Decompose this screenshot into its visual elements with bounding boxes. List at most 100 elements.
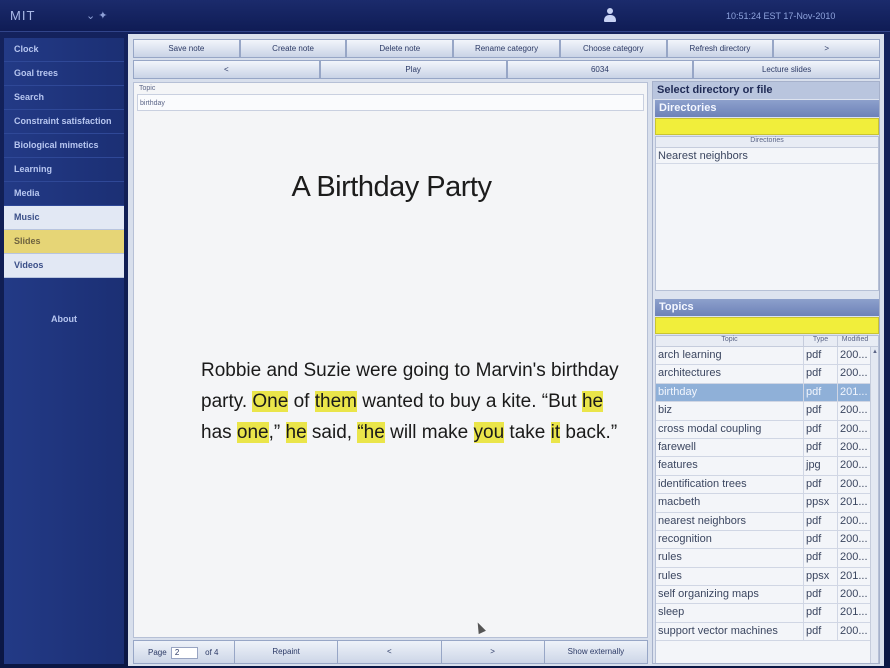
sidebar-item-music[interactable]: Music [4, 206, 124, 230]
topic-modified: 201... [840, 569, 868, 582]
user-icon[interactable] [603, 8, 617, 24]
repaint-button[interactable]: Repaint [235, 641, 339, 663]
topic-type: pdf [804, 604, 838, 622]
topic-row[interactable]: arch learning pdf 200... [656, 347, 878, 366]
refresh-directory-button[interactable]: Refresh directory [666, 39, 774, 58]
topic-row[interactable]: recognition pdf 200... [656, 530, 878, 550]
topic-row[interactable]: rules pdf 200... [656, 549, 878, 568]
topic-name: sleep [656, 604, 804, 622]
sidebar-item-search[interactable]: Search [4, 86, 124, 110]
topic-modified: 200... [840, 588, 868, 601]
topic-row[interactable]: birthday pdf 201... [656, 383, 878, 403]
directories-list: Directories Nearest neighbors [655, 136, 879, 291]
topic-name: architectures [656, 365, 804, 383]
sidebar-item-slides[interactable]: Slides [4, 230, 124, 254]
topic-type: pdf [804, 586, 838, 604]
create-note-button[interactable]: Create note [239, 39, 347, 58]
previous-page-button[interactable]: < [338, 641, 442, 663]
course-button[interactable]: 6034 [506, 60, 694, 79]
topic-column-header[interactable]: Topic [656, 336, 804, 346]
topics-table: Topic Type Modified arch learning pdf 200.… [655, 335, 879, 663]
topic-row[interactable]: biz pdf 200... [656, 402, 878, 421]
topic-type: pdf [804, 622, 838, 641]
directory-row[interactable]: Nearest neighbors [656, 148, 878, 164]
topic-modified: 200... [840, 532, 868, 545]
highlighted-word: he [285, 422, 307, 443]
topic-row[interactable]: nearest neighbors pdf 200... [656, 512, 878, 531]
window-menu[interactable]: ⌄ ✦ [86, 9, 108, 22]
rename-category-button[interactable]: Rename category [453, 39, 560, 58]
topic-row[interactable]: support vector machines pdf 200... [656, 622, 878, 642]
topic-row[interactable]: farewell pdf 200... [656, 438, 878, 458]
topic-type: pdf [804, 530, 838, 549]
main-area: Save note Create note Delete note Rename… [128, 34, 884, 666]
topics-scrollbar[interactable]: ▲ [870, 347, 878, 663]
topic-filter-input[interactable] [655, 317, 879, 334]
topic-rows: arch learning pdf 200... architectures pdf 20… [656, 347, 878, 642]
show-externally-button[interactable]: Show externally [545, 641, 647, 663]
slide-text: said, [306, 422, 358, 443]
note-toolbar: Save note Create note Delete note Rename… [133, 39, 881, 58]
topic-row[interactable]: architectures pdf 200... [656, 365, 878, 384]
topic-name: rules [656, 567, 804, 586]
sidebar-item-about[interactable]: About [4, 314, 124, 324]
next-toolbar-button[interactable]: > [773, 39, 881, 58]
delete-note-button[interactable]: Delete note [346, 39, 454, 58]
type-column-header[interactable]: Type [804, 336, 838, 346]
clock-readout: 10:51:24 EST 17-Nov-2010 [726, 11, 836, 21]
page-total-label: of 4 [205, 648, 219, 658]
previous-button[interactable]: < [133, 60, 320, 79]
topics-column-headers: Topic Type Modified [656, 336, 878, 347]
top-bar: MIT ⌄ ✦ 10:51:24 EST 17-Nov-2010 [0, 0, 890, 32]
topic-row[interactable]: sleep pdf 201... [656, 604, 878, 623]
directories-column-header[interactable]: Directories [656, 137, 878, 148]
page-number-value: 2 [174, 648, 180, 657]
sidebar-item-biological-mimetics[interactable]: Biological mimetics [4, 134, 124, 158]
sidebar-item-videos[interactable]: Videos [4, 254, 124, 278]
sidebar-item-constraint-satisfaction[interactable]: Constraint satisfaction [4, 110, 124, 134]
scroll-up-icon[interactable]: ▲ [872, 349, 878, 355]
page-navigation-bar: Page 2 of 4 Repaint < > Show externally [133, 640, 648, 664]
topic-name: recognition [656, 530, 804, 549]
topic-type: pdf [804, 512, 838, 530]
topic-modified: 200... [840, 404, 868, 417]
next-page-button[interactable]: > [442, 641, 545, 663]
sidebar-item-clock[interactable]: Clock [4, 38, 124, 62]
topic-type: pdf [804, 549, 838, 567]
slide-viewer: Topic birthday A Birthday Party Robbie a… [133, 82, 648, 638]
topic-row[interactable]: identification trees pdf 200... [656, 475, 878, 495]
topic-type: pdf [804, 365, 838, 383]
topic-field[interactable]: birthday [137, 94, 644, 111]
topic-modified: 200... [840, 514, 868, 527]
sidebar-item-goal-trees[interactable]: Goal trees [4, 62, 124, 86]
topic-type: ppsx [804, 567, 838, 586]
topic-row[interactable]: cross modal coupling pdf 200... [656, 420, 878, 439]
topic-type: ppsx [804, 494, 838, 512]
save-note-button[interactable]: Save note [133, 39, 240, 58]
topic-modified: 200... [840, 440, 868, 453]
directories-header: Directories [655, 100, 879, 117]
choose-category-button[interactable]: Choose category [559, 39, 667, 58]
slide-text: will make [384, 422, 474, 443]
directory-filter-input[interactable] [655, 118, 879, 135]
page-number-input[interactable]: 2 [170, 647, 198, 659]
modified-column-header[interactable]: Modified [838, 336, 872, 346]
topic-row[interactable]: features jpg 200... [656, 457, 878, 476]
sidebar-item-learning[interactable]: Learning [4, 158, 124, 182]
topic-name: self organizing maps [656, 586, 804, 604]
topic-row[interactable]: rules ppsx 201... [656, 567, 878, 587]
slide-text: wanted to buy a kite. “But [356, 391, 582, 412]
lecture-slides-button[interactable]: Lecture slides [693, 60, 880, 79]
slide-text: back.” [560, 422, 618, 443]
topic-row[interactable]: macbeth ppsx 201... [656, 494, 878, 513]
topic-modified: 200... [840, 551, 868, 564]
sidebar-item-media[interactable]: Media [4, 182, 124, 206]
topic-row[interactable]: self organizing maps pdf 200... [656, 586, 878, 605]
page-indicator: Page 2 of 4 [134, 641, 235, 663]
topic-type: pdf [804, 420, 838, 438]
play-button[interactable]: Play [319, 60, 507, 79]
topic-type: pdf [804, 438, 838, 457]
topic-modified: 200... [840, 459, 868, 472]
topic-modified: 200... [840, 349, 868, 361]
topic-type: pdf [804, 402, 838, 420]
